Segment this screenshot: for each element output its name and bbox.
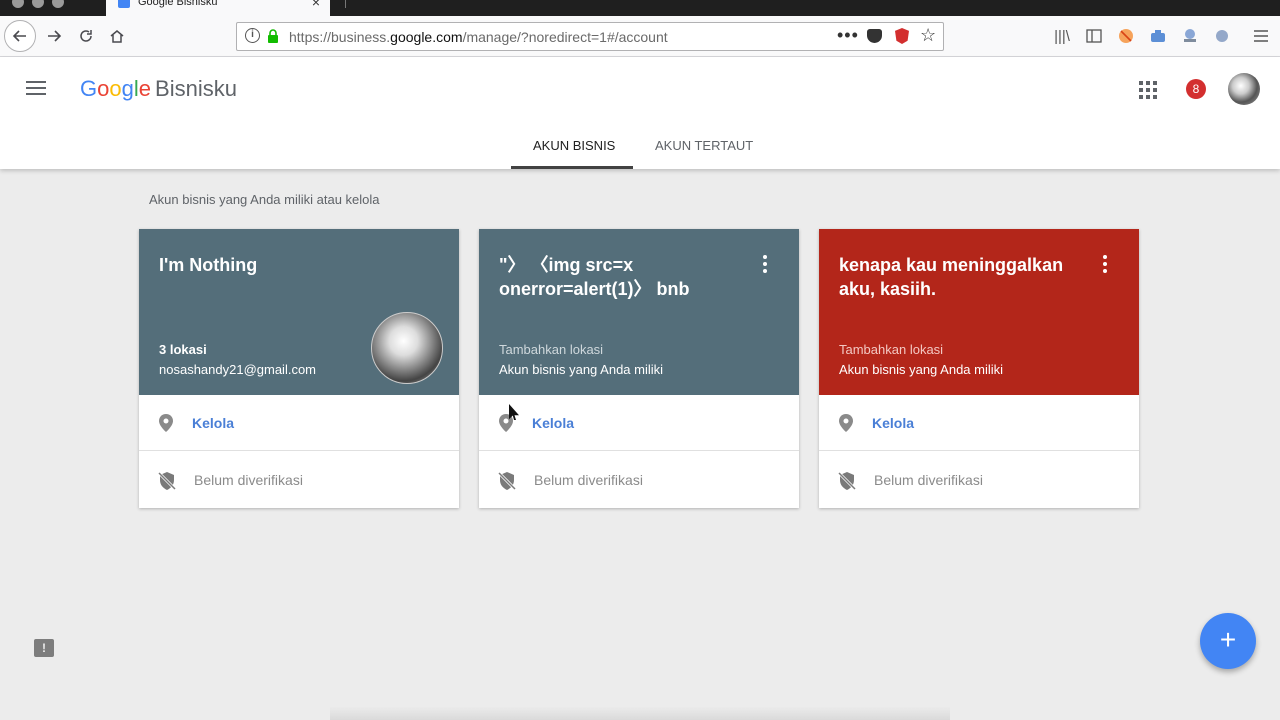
apps-grid-icon[interactable]	[1139, 81, 1157, 99]
tab-close-icon[interactable]: ×	[312, 0, 320, 10]
zoom-window-button[interactable]	[52, 0, 64, 8]
card-header[interactable]: kenapa kau meninggalkan aku, kasiih. Tam…	[819, 229, 1139, 395]
product-name: Bisnisku	[155, 76, 237, 101]
section-heading: Akun bisnis yang Anda miliki atau kelola	[149, 192, 380, 207]
pocket-icon[interactable]	[867, 29, 882, 43]
tab-separator	[345, 0, 346, 8]
location-pin-icon	[159, 414, 173, 432]
more-options-icon[interactable]	[1103, 255, 1107, 273]
tab-business-accounts[interactable]: AKUN BISNIS	[533, 138, 615, 153]
card-subtitle: Akun bisnis yang Anda miliki	[839, 362, 1004, 377]
notifications-badge[interactable]: 8	[1186, 79, 1206, 99]
unverified-shield-icon	[837, 471, 857, 491]
account-tabs: AKUN BISNIS AKUN TERTAUT	[0, 130, 1280, 169]
manage-link[interactable]: Kelola	[192, 415, 234, 431]
info-icon[interactable]: i	[245, 28, 260, 43]
card-owner-email: nosashandy21@gmail.com	[159, 362, 317, 377]
card-header[interactable]: I'm Nothing 3 lokasi nosashandy21@gmail.…	[139, 229, 459, 395]
browser-tab[interactable]: Google Bisnisku ×	[106, 0, 330, 16]
manage-row[interactable]: Kelola	[819, 395, 1139, 451]
forward-icon[interactable]	[40, 22, 68, 50]
manage-link[interactable]: Kelola	[532, 415, 574, 431]
page-actions-icon[interactable]: •••	[837, 25, 859, 46]
google-business-favicon-icon	[118, 0, 130, 8]
business-account-card[interactable]: "〉 〈img src=x onerror=alert(1)〉 bnb Tamb…	[479, 229, 799, 508]
extension-icon[interactable]	[1213, 27, 1231, 45]
manage-link[interactable]: Kelola	[872, 415, 914, 431]
location-pin-icon	[839, 414, 853, 432]
lock-icon[interactable]	[267, 29, 279, 43]
bookmark-star-icon[interactable]: ☆	[920, 25, 936, 46]
card-subtitle: Akun bisnis yang Anda miliki	[499, 362, 664, 377]
unverified-shield-icon	[497, 471, 517, 491]
back-icon[interactable]	[4, 20, 36, 52]
card-title: I'm Nothing	[159, 255, 258, 275]
verification-row[interactable]: Belum diverifikasi	[819, 452, 1139, 508]
avatar[interactable]	[1228, 73, 1260, 105]
url-bar[interactable]: i https://business.google.com/manage/?no…	[236, 22, 944, 51]
card-title: "〉 〈img src=x onerror=alert(1)〉 bnb	[499, 255, 690, 299]
angular-extension-icon[interactable]	[895, 28, 909, 44]
unverified-shield-icon	[157, 471, 177, 491]
manage-row[interactable]: Kelola	[479, 395, 799, 451]
business-account-card[interactable]: kenapa kau meninggalkan aku, kasiih. Tam…	[819, 229, 1139, 508]
verification-status: Belum diverifikasi	[534, 472, 643, 488]
verification-row[interactable]: Belum diverifikasi	[139, 452, 459, 508]
tab-linked-accounts[interactable]: AKUN TERTAUT	[655, 138, 753, 153]
browser-titlebar: Google Bisnisku ×	[0, 0, 1280, 16]
card-title: kenapa kau meninggalkan aku, kasiih.	[839, 255, 1064, 299]
bottom-shadow	[330, 706, 950, 720]
minimize-window-button[interactable]	[32, 0, 44, 8]
add-business-button[interactable]: +	[1200, 613, 1256, 669]
menu-icon[interactable]	[1252, 27, 1270, 45]
active-tab-indicator	[511, 166, 633, 169]
verification-status: Belum diverifikasi	[194, 472, 303, 488]
extension-icon[interactable]	[1117, 27, 1135, 45]
browser-tab-title: Google Bisnisku	[138, 0, 218, 8]
card-header[interactable]: "〉 〈img src=x onerror=alert(1)〉 bnb Tamb…	[479, 229, 799, 395]
business-account-card[interactable]: I'm Nothing 3 lokasi nosashandy21@gmail.…	[139, 229, 459, 508]
add-location-text: Tambahkan lokasi	[499, 342, 604, 357]
app-header: Google Bisnisku 8 AKUN BISNIS AKUN TERTAU…	[0, 57, 1280, 169]
verification-row[interactable]: Belum diverifikasi	[479, 452, 799, 508]
google-logo-text: Google	[80, 76, 152, 101]
close-window-button[interactable]	[12, 0, 24, 8]
feedback-icon[interactable]: !	[34, 639, 54, 657]
extension-icon[interactable]	[1149, 27, 1167, 45]
more-options-icon[interactable]	[763, 255, 767, 273]
manage-row[interactable]: Kelola	[139, 395, 459, 451]
home-icon[interactable]	[103, 22, 131, 50]
extension-icon[interactable]	[1181, 27, 1199, 45]
add-location-text: Tambahkan lokasi	[839, 342, 944, 357]
library-icon[interactable]: |||\	[1053, 27, 1071, 45]
card-location-count: 3 lokasi	[159, 342, 207, 357]
url-text[interactable]: https://business.google.com/manage/?nore…	[289, 29, 668, 45]
google-my-business-logo[interactable]: Google Bisnisku	[80, 76, 237, 102]
reload-icon[interactable]	[72, 22, 100, 50]
main-menu-icon[interactable]	[26, 81, 46, 97]
card-profile-photo	[371, 312, 443, 384]
verification-status: Belum diverifikasi	[874, 472, 983, 488]
sidebar-icon[interactable]	[1085, 27, 1103, 45]
